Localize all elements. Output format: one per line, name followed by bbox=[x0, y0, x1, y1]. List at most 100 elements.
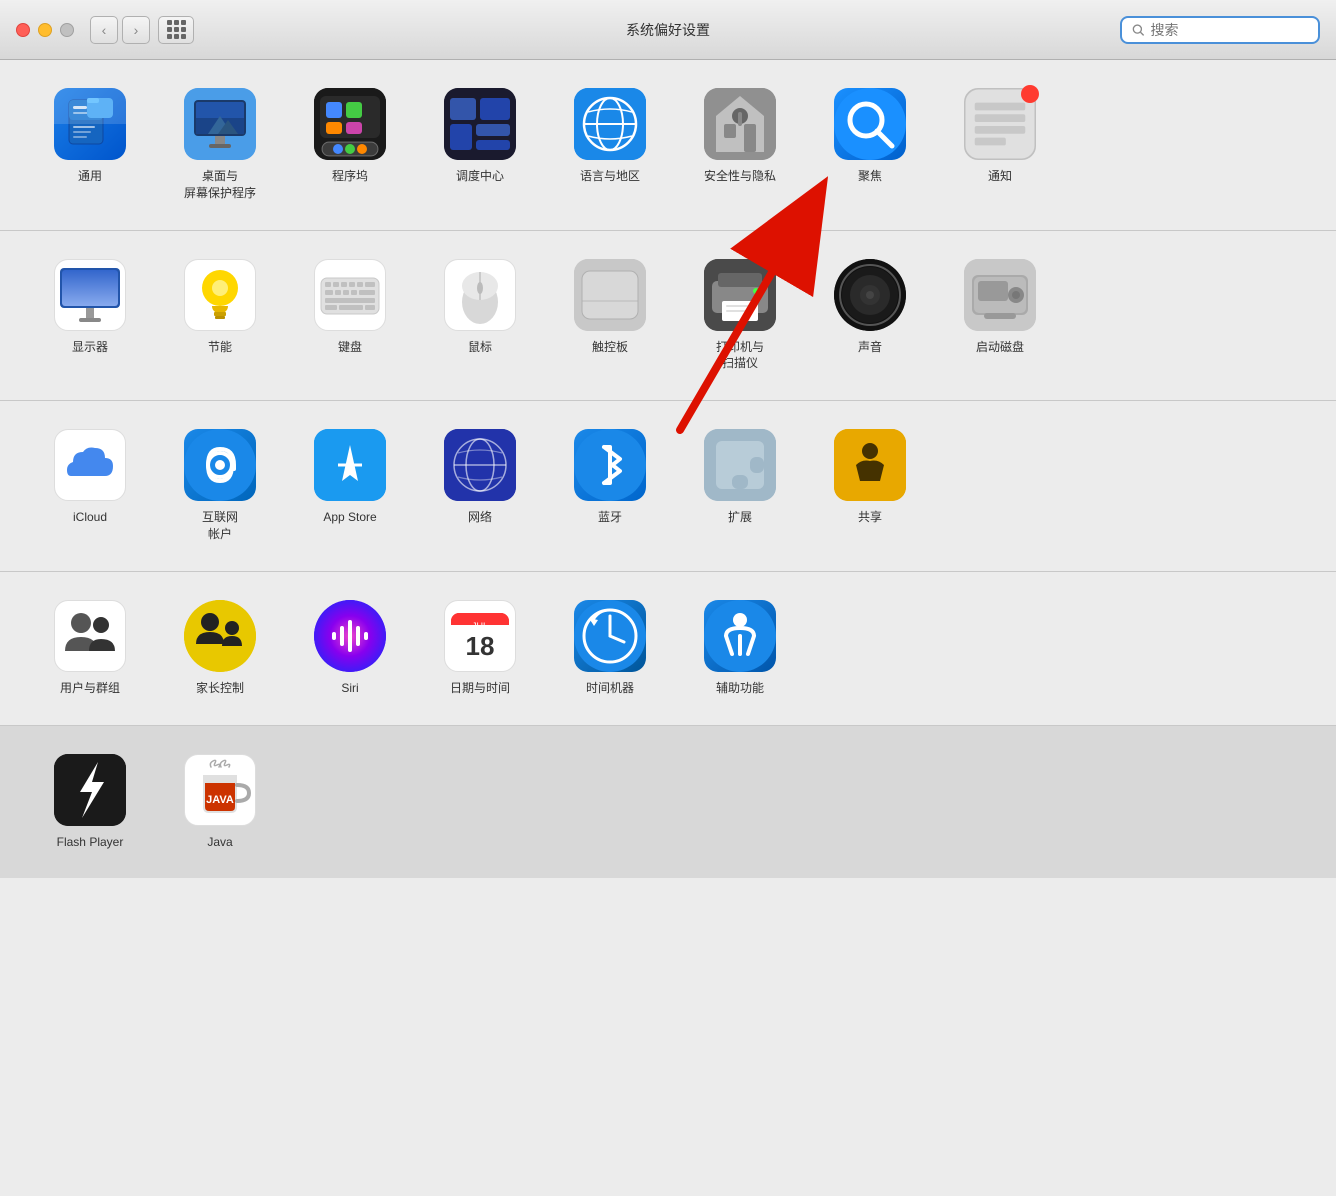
sharing-icon-svg bbox=[834, 429, 906, 501]
appstore-icon-svg bbox=[314, 429, 386, 501]
icon-item-general[interactable]: 通用 bbox=[30, 80, 150, 193]
icon-label-keyboard: 键盘 bbox=[338, 339, 362, 356]
svg-text:JAVA: JAVA bbox=[206, 794, 234, 806]
icon-item-parental[interactable]: 家长控制 bbox=[160, 592, 280, 705]
datetime-icon-svg: JUL 18 bbox=[447, 603, 513, 669]
security-icon-svg bbox=[704, 88, 776, 160]
icon-item-siri[interactable]: Siri bbox=[290, 592, 410, 705]
icon-item-sharing[interactable]: 共享 bbox=[810, 421, 930, 534]
parental-icon-svg bbox=[184, 600, 256, 672]
icon-item-network[interactable]: 网络 bbox=[420, 421, 540, 534]
icon-label-sharing: 共享 bbox=[858, 509, 882, 526]
siri-icon-svg bbox=[314, 600, 386, 672]
icon-item-accessibility[interactable]: 辅助功能 bbox=[680, 592, 800, 705]
icon-item-sound[interactable]: 声音 bbox=[810, 251, 930, 364]
icon-item-desktop[interactable]: 桌面与屏幕保护程序 bbox=[160, 80, 280, 210]
icon-item-printer[interactable]: 打印机与扫描仪 bbox=[680, 251, 800, 381]
icon-trackpad-img bbox=[574, 259, 646, 331]
icons-grid-hardware: 显示器 bbox=[30, 251, 1306, 381]
icon-item-security[interactable]: 安全性与隐私 bbox=[680, 80, 800, 193]
printer-icon-svg bbox=[704, 259, 776, 331]
keyboard-icon-svg bbox=[317, 262, 383, 328]
traffic-lights bbox=[16, 23, 74, 37]
icon-item-mouse[interactable]: 鼠标 bbox=[420, 251, 540, 364]
search-icon bbox=[1132, 23, 1145, 37]
icon-item-users[interactable]: 用户与群组 bbox=[30, 592, 150, 705]
icon-security-img bbox=[704, 88, 776, 160]
users-icon-svg bbox=[57, 603, 123, 669]
icon-item-mission[interactable]: 调度中心 bbox=[420, 80, 540, 193]
icon-item-timemachine[interactable]: 时间机器 bbox=[550, 592, 670, 705]
section-other: Flash Player bbox=[0, 726, 1336, 879]
icon-network-img bbox=[444, 429, 516, 501]
icon-item-java[interactable]: JAVA Java bbox=[160, 746, 280, 859]
icon-item-notification[interactable]: 通知 bbox=[940, 80, 1060, 193]
search-input[interactable] bbox=[1151, 22, 1308, 38]
icon-item-display[interactable]: 显示器 bbox=[30, 251, 150, 364]
search-bar[interactable] bbox=[1120, 16, 1320, 44]
grid-view-button[interactable] bbox=[158, 16, 194, 44]
icon-item-bluetooth[interactable]: 蓝牙 bbox=[550, 421, 670, 534]
maximize-button[interactable] bbox=[60, 23, 74, 37]
language-icon-svg bbox=[574, 88, 646, 160]
display-icon-svg bbox=[57, 262, 123, 328]
icon-item-icloud[interactable]: iCloud bbox=[30, 421, 150, 534]
icons-grid-other: Flash Player bbox=[30, 746, 1306, 859]
timemachine-icon-svg bbox=[574, 600, 646, 672]
forward-button[interactable]: › bbox=[122, 16, 150, 44]
icon-item-trackpad[interactable]: 触控板 bbox=[550, 251, 670, 364]
icon-label-bluetooth: 蓝牙 bbox=[598, 509, 622, 526]
icon-item-internet-accounts[interactable]: 互联网帐户 bbox=[160, 421, 280, 551]
icon-label-appstore: App Store bbox=[323, 509, 376, 526]
icon-notification-img bbox=[964, 88, 1036, 160]
icon-item-extensions[interactable]: 扩展 bbox=[680, 421, 800, 534]
icon-keyboard-img bbox=[314, 259, 386, 331]
icon-item-spotlight[interactable]: 聚焦 bbox=[810, 80, 930, 193]
icon-label-general: 通用 bbox=[78, 168, 102, 185]
icon-label-extensions: 扩展 bbox=[728, 509, 752, 526]
icon-internet-accounts-img bbox=[184, 429, 256, 501]
icon-label-energy: 节能 bbox=[208, 339, 232, 356]
icon-label-datetime: 日期与时间 bbox=[450, 680, 510, 697]
icon-item-startup[interactable]: 启动磁盘 bbox=[940, 251, 1060, 364]
mouse-icon-svg bbox=[447, 262, 513, 328]
main-content: 通用 bbox=[0, 60, 1336, 1196]
icon-label-desktop: 桌面与屏幕保护程序 bbox=[184, 168, 256, 202]
icon-dock-img bbox=[314, 88, 386, 160]
icon-item-appstore[interactable]: App Store bbox=[290, 421, 410, 534]
icons-grid-personal: 通用 bbox=[30, 80, 1306, 210]
icon-label-java: Java bbox=[207, 834, 232, 851]
icon-energy-img bbox=[184, 259, 256, 331]
icon-language-img bbox=[574, 88, 646, 160]
icon-label-mouse: 鼠标 bbox=[468, 339, 492, 356]
extensions-icon-svg bbox=[704, 429, 776, 501]
icon-item-energy[interactable]: 节能 bbox=[160, 251, 280, 364]
bluetooth-icon-svg bbox=[574, 429, 646, 501]
icon-item-language[interactable]: 语言与地区 bbox=[550, 80, 670, 193]
icon-label-network: 网络 bbox=[468, 509, 492, 526]
titlebar: ‹ › 系统偏好设置 bbox=[0, 0, 1336, 60]
icon-label-internet-accounts: 互联网帐户 bbox=[202, 509, 238, 543]
window-title: 系统偏好设置 bbox=[626, 20, 710, 40]
icon-flash-img bbox=[54, 754, 126, 826]
icon-label-security: 安全性与隐私 bbox=[704, 168, 776, 185]
icon-printer-img bbox=[704, 259, 776, 331]
icon-label-accessibility: 辅助功能 bbox=[716, 680, 764, 697]
icons-grid-system: 用户与群组 bbox=[30, 592, 1306, 705]
icon-sound-img bbox=[834, 259, 906, 331]
section-personal: 通用 bbox=[0, 60, 1336, 231]
back-button[interactable]: ‹ bbox=[90, 16, 118, 44]
icon-item-datetime[interactable]: JUL 18 日期与时间 bbox=[420, 592, 540, 705]
icon-item-keyboard[interactable]: 键盘 bbox=[290, 251, 410, 364]
startup-icon-svg bbox=[964, 259, 1036, 331]
icon-mission-img bbox=[444, 88, 516, 160]
minimize-button[interactable] bbox=[38, 23, 52, 37]
java-icon-svg: JAVA bbox=[187, 757, 253, 823]
icon-item-flash[interactable]: Flash Player bbox=[30, 746, 150, 859]
icon-label-timemachine: 时间机器 bbox=[586, 680, 634, 697]
icon-java-img: JAVA bbox=[184, 754, 256, 826]
window: ‹ › 系统偏好设置 bbox=[0, 0, 1336, 1196]
close-button[interactable] bbox=[16, 23, 30, 37]
icon-item-dock[interactable]: 程序坞 bbox=[290, 80, 410, 193]
sound-icon-svg bbox=[834, 259, 906, 331]
